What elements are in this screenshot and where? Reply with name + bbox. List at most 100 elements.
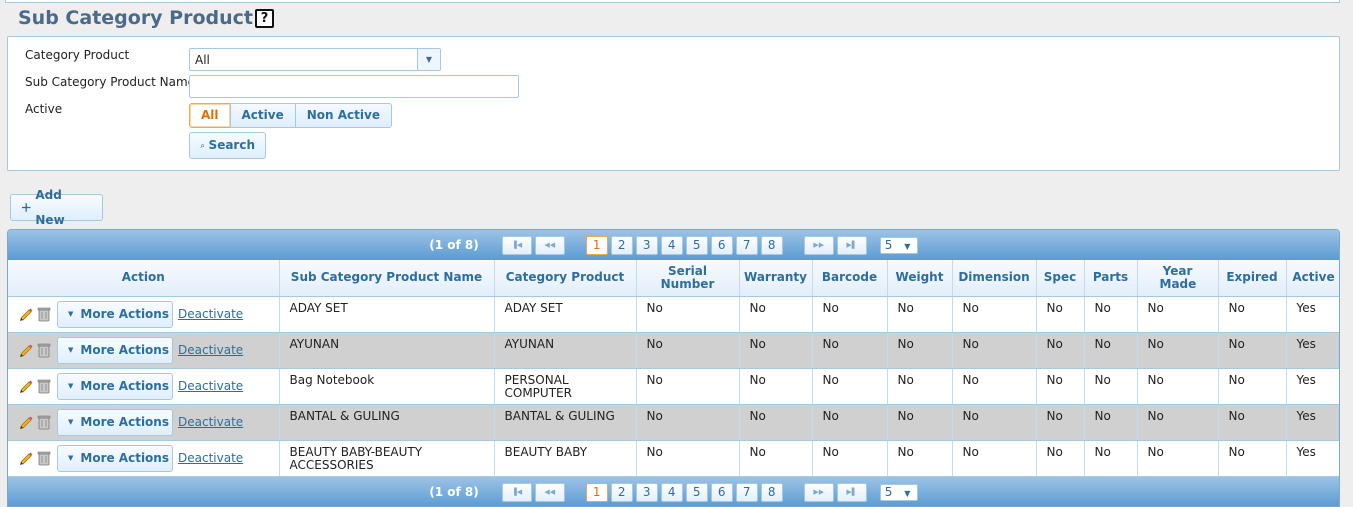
- prev-page-button[interactable]: ◀◀: [534, 482, 565, 502]
- pencil-icon[interactable]: [18, 450, 34, 466]
- table-row[interactable]: ▼ More Actions Deactivate BANTAL & GULING BA…: [8, 404, 1339, 441]
- last-page-button[interactable]: ▶▌: [836, 482, 867, 502]
- col-header-warranty[interactable]: Warranty: [739, 260, 813, 297]
- page-button-6[interactable]: 6: [710, 235, 733, 255]
- page-button-8[interactable]: 8: [760, 235, 783, 255]
- last-page-button[interactable]: ▶▌: [836, 235, 867, 255]
- subcategory-name-input[interactable]: [189, 75, 519, 98]
- rows-per-page-select[interactable]: 5 ▼: [879, 236, 918, 254]
- page-button-2[interactable]: 2: [610, 235, 633, 255]
- cell-warranty: No: [739, 404, 813, 441]
- data-grid: (1 of 8) ▐◀ ◀◀ 1 2 3 4 5 6 7 8 ▶▶ ▶▌ 5 ▼…: [7, 229, 1340, 507]
- col-header-parts[interactable]: Parts: [1084, 260, 1138, 297]
- cell-warranty: No: [739, 440, 813, 477]
- more-actions-button[interactable]: ▼ More Actions: [57, 300, 173, 328]
- cell-spec: No: [1036, 440, 1085, 477]
- more-actions-button[interactable]: ▼ More Actions: [57, 444, 173, 472]
- page-button-6[interactable]: 6: [710, 482, 733, 502]
- first-page-button[interactable]: ▐◀: [501, 235, 532, 255]
- cell-expired: No: [1218, 332, 1287, 369]
- more-actions-button[interactable]: ▼ More Actions: [57, 408, 173, 436]
- page-button-1[interactable]: 1: [585, 235, 608, 255]
- category-select[interactable]: All ▼: [189, 48, 441, 71]
- deactivate-link[interactable]: Deactivate: [178, 415, 243, 429]
- trash-icon[interactable]: [37, 306, 51, 322]
- col-header-barcode[interactable]: Barcode: [812, 260, 888, 297]
- col-header-serial-number[interactable]: Serial Number: [636, 260, 740, 297]
- rows-per-page-select[interactable]: 5 ▼: [879, 483, 918, 501]
- col-header-active[interactable]: Active: [1286, 260, 1339, 297]
- col-header-subcategory-name[interactable]: Sub Category Product Name: [279, 260, 495, 297]
- deactivate-link[interactable]: Deactivate: [178, 343, 243, 357]
- cell-expired: No: [1218, 404, 1287, 441]
- col-header-category[interactable]: Category Product: [494, 260, 637, 297]
- category-label: Category Product: [25, 48, 130, 62]
- trash-icon[interactable]: [37, 342, 51, 358]
- first-page-button[interactable]: ▐◀: [501, 482, 532, 502]
- col-header-expired[interactable]: Expired: [1218, 260, 1287, 297]
- prev-page-button[interactable]: ◀◀: [534, 235, 565, 255]
- chevron-down-icon[interactable]: ▼: [417, 49, 440, 70]
- pencil-icon[interactable]: [18, 414, 34, 430]
- pencil-icon[interactable]: [18, 342, 34, 358]
- cell-barcode: No: [812, 404, 888, 441]
- page-button-3[interactable]: 3: [635, 235, 658, 255]
- trash-icon[interactable]: [37, 450, 51, 466]
- cell-name: ADAY SET: [279, 296, 495, 333]
- col-header-action[interactable]: Action: [8, 260, 280, 297]
- trash-icon[interactable]: [37, 414, 51, 430]
- col-header-weight[interactable]: Weight: [887, 260, 953, 297]
- caret-down-icon: ▼: [68, 309, 74, 318]
- deactivate-link[interactable]: Deactivate: [178, 307, 243, 321]
- page-button-7[interactable]: 7: [735, 235, 758, 255]
- page-button-4[interactable]: 4: [660, 482, 683, 502]
- cell-category: AYUNAN: [494, 332, 637, 369]
- page-button-2[interactable]: 2: [610, 482, 633, 502]
- cell-parts: No: [1084, 368, 1138, 405]
- active-option-all[interactable]: All: [189, 103, 231, 128]
- deactivate-link[interactable]: Deactivate: [178, 451, 243, 465]
- next-page-button[interactable]: ▶▶: [803, 482, 834, 502]
- page-button-7[interactable]: 7: [735, 482, 758, 502]
- page-button-3[interactable]: 3: [635, 482, 658, 502]
- active-option-non-active[interactable]: Non Active: [294, 103, 392, 128]
- action-cell: ▼ More Actions Deactivate: [8, 440, 280, 477]
- table-row[interactable]: ▼ More Actions Deactivate BEAUTY BABY-BEAUT…: [8, 440, 1339, 477]
- cell-serial: No: [636, 440, 740, 477]
- search-button[interactable]: Search: [189, 132, 266, 159]
- pencil-icon[interactable]: [18, 378, 34, 394]
- table-row[interactable]: ▼ More Actions Deactivate ADAY SET ADAY SET N…: [8, 296, 1339, 333]
- col-header-spec[interactable]: Spec: [1036, 260, 1085, 297]
- cell-barcode: No: [812, 296, 888, 333]
- chevron-down-icon: ▼: [904, 241, 911, 251]
- cell-parts: No: [1084, 404, 1138, 441]
- plus-icon: [21, 203, 31, 212]
- help-icon[interactable]: ?: [255, 8, 275, 28]
- cell-expired: No: [1218, 440, 1287, 477]
- page-title: Sub Category Product ?: [18, 7, 275, 29]
- pencil-icon[interactable]: [18, 306, 34, 322]
- page-button-4[interactable]: 4: [660, 235, 683, 255]
- table-row[interactable]: ▼ More Actions Deactivate Bag Notebook PERSO…: [8, 368, 1339, 405]
- cell-barcode: No: [812, 368, 888, 405]
- add-new-label: Add New: [35, 187, 65, 227]
- page-title-text: Sub Category Product: [18, 7, 254, 29]
- trash-icon[interactable]: [37, 378, 51, 394]
- more-actions-button[interactable]: ▼ More Actions: [57, 372, 173, 400]
- page-button-8[interactable]: 8: [760, 482, 783, 502]
- col-header-dimension[interactable]: Dimension: [952, 260, 1037, 297]
- table-row[interactable]: ▼ More Actions Deactivate AYUNAN AYUNAN No No N…: [8, 332, 1339, 369]
- next-page-button[interactable]: ▶▶: [803, 235, 834, 255]
- cell-dimension: No: [952, 332, 1037, 369]
- category-select-value: All: [195, 53, 210, 67]
- page-button-5[interactable]: 5: [685, 235, 708, 255]
- cell-active: Yes: [1286, 296, 1339, 333]
- more-actions-button[interactable]: ▼ More Actions: [57, 336, 173, 364]
- deactivate-link[interactable]: Deactivate: [178, 379, 243, 393]
- page-button-5[interactable]: 5: [685, 482, 708, 502]
- page-button-1[interactable]: 1: [585, 482, 608, 502]
- cell-dimension: No: [952, 296, 1037, 333]
- col-header-year-made[interactable]: Year Made: [1137, 260, 1219, 297]
- add-new-button[interactable]: Add New: [10, 188, 103, 227]
- active-option-active[interactable]: Active: [229, 103, 296, 128]
